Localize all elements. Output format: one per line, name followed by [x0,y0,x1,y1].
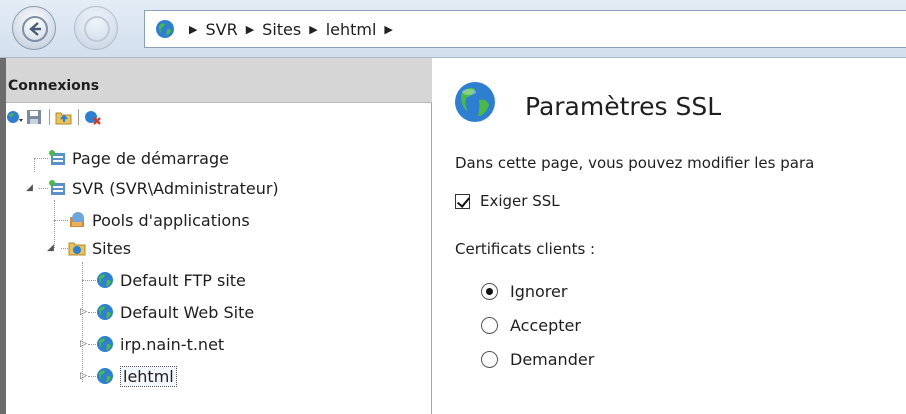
breadcrumb-svr[interactable]: SVR [205,20,237,39]
breadcrumb-separator-icon[interactable]: ▶ [384,23,392,36]
breadcrumb-separator-icon: ▶ [309,22,318,36]
tree-item-site-selected[interactable]: lehtml [96,362,177,390]
collapse-arrow-icon[interactable]: ◢ [47,243,54,253]
breadcrumb-separator-icon: ▶ [245,22,255,36]
tree-line [54,220,68,221]
tree-line [88,376,96,377]
address-toolbar: ▶ SVR ▶ Sites ▶ lehtml ▶ [0,0,906,58]
tree-line [88,312,96,313]
connections-panel: Connexions Page de démarrage ◢ SVR (SVR\… [0,58,432,414]
radio-button[interactable] [481,283,498,300]
breadcrumb-separator-icon: ▶ [189,22,198,36]
ssl-settings-panel: Paramètres SSL Dans cette page, vous pou… [433,58,906,414]
globe-icon [97,272,113,288]
tree-item-label: lehtml [120,365,177,387]
forward-arrow-icon [84,16,110,42]
client-cert-option-accept[interactable]: Accepter [481,316,581,335]
tree-line [54,200,55,248]
toolbar-divider [49,109,50,125]
globe-icon [455,82,495,122]
client-cert-option-ignore[interactable]: Ignorer [481,282,567,301]
require-ssl-checkbox[interactable] [455,193,470,209]
require-ssl-label: Exiger SSL [480,192,560,210]
globe-icon [97,368,113,384]
require-ssl-option[interactable]: Exiger SSL [455,192,560,210]
expand-arrow-icon[interactable]: ▷ [80,339,87,349]
globe-icon [97,336,113,352]
radio-label: Ignorer [510,282,568,301]
tree-item-label: Default FTP site [120,270,246,290]
tree-item-label: Page de démarrage [72,148,229,168]
tree-item-label: Default Web Site [120,302,255,322]
connect-icon[interactable] [6,109,24,125]
address-bar[interactable]: ▶ SVR ▶ Sites ▶ lehtml ▶ [144,10,906,48]
expand-arrow-icon[interactable]: ▷ [80,307,87,317]
tree-item-label: Pools d'applications [92,210,250,230]
tree-item-server[interactable]: SVR (SVR\Administrateur) [48,174,279,202]
client-cert-option-require[interactable]: Demander [481,350,594,369]
tree-line [82,280,96,281]
save-icon[interactable] [26,109,44,125]
radio-button[interactable] [481,351,498,368]
globe-icon [156,20,174,38]
breadcrumb-lehtml[interactable]: lehtml [326,20,377,39]
sites-folder-icon [68,242,86,256]
tree-item-label: SVR (SVR\Administrateur) [72,178,279,198]
radio-label: Accepter [510,316,581,335]
back-button[interactable] [12,6,56,50]
tree-item-start-page[interactable]: Page de démarrage [48,144,229,172]
tree-item-label: irp.nain-t.net [120,334,225,354]
tree-line [39,188,48,189]
connections-header: Connexions [6,58,432,103]
collapse-arrow-icon[interactable]: ◢ [26,183,33,193]
tree-item-site[interactable]: Default Web Site [96,298,254,326]
connections-toolbar [6,106,104,128]
start-page-icon [49,150,65,165]
tree-item-site[interactable]: irp.nain-t.net [96,330,224,358]
tree-line [34,158,35,172]
back-arrow-icon [22,16,48,42]
radio-button[interactable] [481,317,498,334]
page-description: Dans cette page, vous pouvez modifier le… [455,154,815,172]
up-folder-icon[interactable] [55,109,73,125]
app-pools-icon [70,212,84,227]
tree-line [34,158,48,159]
radio-label: Demander [510,350,595,369]
breadcrumb-sites[interactable]: Sites [262,20,301,39]
globe-icon [97,304,113,320]
forward-button[interactable] [74,6,118,50]
tree-item-sites[interactable]: Sites [68,234,131,262]
tree-item-app-pools[interactable]: Pools d'applications [68,206,250,234]
server-icon [49,180,65,195]
page-title: Paramètres SSL [525,92,722,121]
tree-line [88,344,96,345]
connections-title: Connexions [8,78,100,94]
disconnect-icon[interactable] [84,109,102,125]
tree-item-site[interactable]: Default FTP site [96,266,246,294]
toolbar-divider [78,109,79,125]
tree-item-label: Sites [92,238,132,258]
client-certificates-label: Certificats clients : [455,240,596,258]
expand-arrow-icon[interactable]: ▷ [80,371,87,381]
